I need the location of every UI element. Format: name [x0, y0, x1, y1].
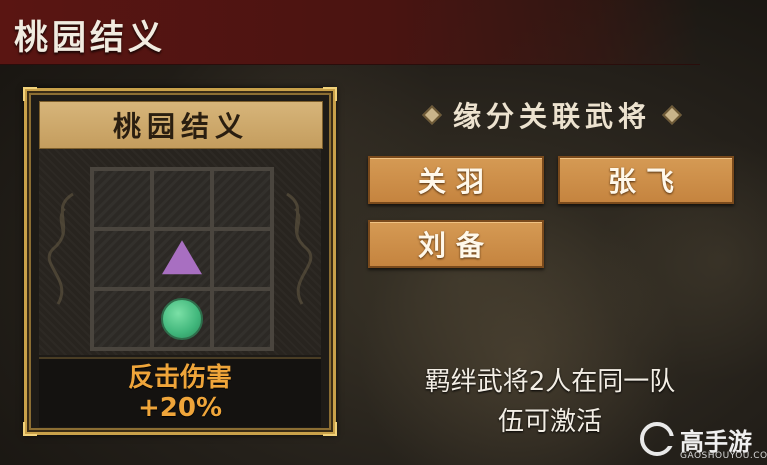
general-button-label: 张飞	[607, 165, 684, 198]
related-generals-title: 缘分关联武将	[452, 100, 651, 133]
formation-cell	[212, 229, 272, 289]
card-corner-ornament	[23, 422, 37, 436]
formation-cell	[152, 229, 212, 289]
watermark-domain: GAOSHOUYOU.COM	[680, 451, 767, 461]
bond-card: 桃园结义 反击伤害 +20%	[23, 87, 337, 436]
general-button-label: 关羽	[417, 165, 494, 198]
effect-panel: 反击伤害 +20%	[39, 357, 321, 427]
card-header: 桃园结义	[39, 101, 323, 149]
diamond-ornament-icon	[422, 105, 442, 125]
description-line-1: 羁绊武将2人在同一队	[424, 367, 676, 397]
card-corner-ornament	[323, 422, 337, 436]
dragon-ornament-icon	[47, 192, 74, 305]
general-button-label: 刘备	[417, 229, 494, 262]
dragon-ornament-icon	[286, 192, 313, 305]
card-corner-ornament	[23, 87, 37, 101]
triangle-marker-icon	[162, 240, 202, 275]
general-button-guanyu[interactable]: 关羽	[368, 156, 544, 204]
formation-cell	[92, 289, 152, 349]
formation-cell	[152, 289, 212, 349]
formation-cell	[212, 169, 272, 229]
diamond-ornament-icon	[662, 105, 682, 125]
related-generals-header: 缘分关联武将	[376, 95, 728, 135]
title-bar: 桃园结义	[0, 0, 700, 65]
effect-value: +20%	[137, 393, 223, 423]
formation-cell	[212, 289, 272, 349]
formation-cell	[152, 169, 212, 229]
formation-grid	[90, 167, 274, 351]
circle-marker-icon	[161, 298, 203, 340]
effect-name: 反击伤害	[127, 363, 232, 393]
card-corner-ornament	[323, 87, 337, 101]
card-title: 桃园结义	[112, 110, 249, 143]
watermark: 高手游 GAOSHOUYOU.COM	[640, 420, 767, 465]
watermark-logo-icon	[640, 422, 676, 456]
general-button-liubei[interactable]: 刘备	[368, 220, 544, 268]
general-button-zhangfei[interactable]: 张飞	[558, 156, 734, 204]
formation-cell	[92, 169, 152, 229]
page-title: 桃园结义	[14, 18, 166, 58]
formation-cell	[92, 229, 152, 289]
